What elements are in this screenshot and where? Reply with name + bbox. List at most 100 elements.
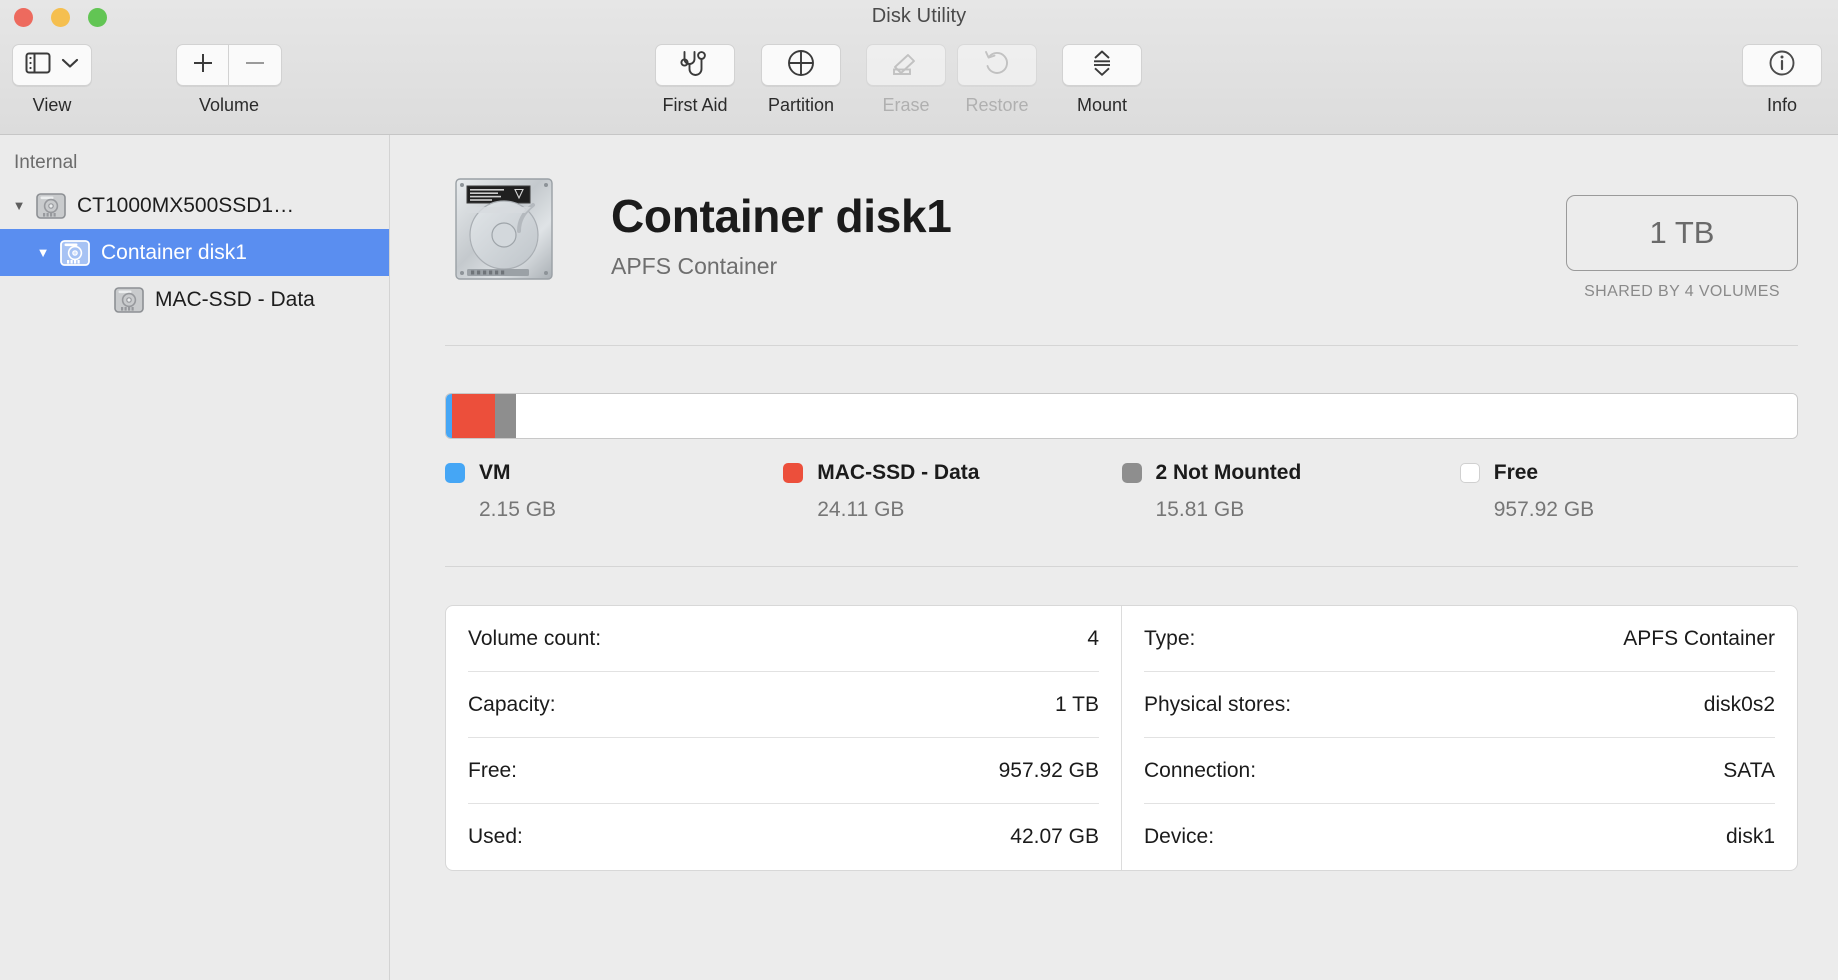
info-row-device: Device: disk1 (1144, 804, 1775, 870)
toolbar-group-first-aid: First Aid (655, 44, 735, 116)
sidebar: Internal ▼ CT1000MX500SSD1… ▼ Container … (0, 135, 390, 980)
restore-label: Restore (965, 95, 1029, 115)
info-column-left: Volume count: 4 Capacity: 1 TB Free: 957… (446, 606, 1122, 870)
volume-info-card: Volume count: 4 Capacity: 1 TB Free: 957… (445, 605, 1798, 871)
info-row-capacity: Capacity: 1 TB (468, 672, 1099, 738)
info-value: SATA (1723, 758, 1775, 782)
sidebar-item-label: Container disk1 (101, 240, 247, 264)
detail-pane: Container disk1 APFS Container 1 TB SHAR… (390, 135, 1838, 980)
info-value: disk1 (1725, 825, 1775, 848)
sidebar-item-ct1000mx500ssd1[interactable]: ▼ CT1000MX500SSD1… (0, 182, 389, 229)
legend-size: 15.81 GB (1155, 498, 1245, 521)
hard-drive-icon (445, 173, 563, 285)
disk-icon (34, 191, 68, 221)
sidebar-icon (25, 52, 51, 79)
undo-arrow-icon (983, 49, 1011, 82)
legend-size: 957.92 GB (1493, 498, 1595, 521)
legend-item-not-mounted: 2 Not Mounted 15.81 GB (1121, 461, 1460, 522)
partition-label: Partition (767, 95, 835, 115)
sidebar-section-internal: Internal (14, 152, 78, 173)
volume-segmented-control (176, 44, 282, 86)
add-volume-button[interactable] (176, 44, 229, 86)
info-value: APFS Container (1623, 626, 1775, 650)
erase-label: Erase (882, 95, 930, 115)
info-label: Volume count: (468, 626, 602, 650)
usage-bar (445, 393, 1798, 439)
capacity-block: 1 TB SHARED BY 4 VOLUMES (1566, 173, 1798, 301)
toolbar-group-view: View (12, 44, 92, 116)
sidebar-item-label: CT1000MX500SSD1… (77, 193, 295, 217)
restore-button[interactable] (957, 44, 1037, 86)
legend-label: MAC-SSD - Data (817, 461, 980, 484)
sidebar-item-label: MAC-SSD - Data (155, 287, 315, 311)
legend-item-vm: VM 2.15 GB (445, 461, 783, 522)
legend-label: VM (479, 461, 511, 484)
mount-label: Mount (1076, 95, 1128, 115)
stethoscope-icon (680, 50, 710, 81)
info-circle-icon (1768, 49, 1796, 82)
info-value: 42.07 GB (1010, 825, 1099, 848)
window-title: Disk Utility (871, 5, 967, 27)
legend-size: 2.15 GB (479, 498, 557, 521)
usage-legend: VM 2.15 GB MAC-SSD - Data 24.11 GB 2 Not… (445, 461, 1798, 522)
disk-icon (58, 238, 92, 268)
main-split-view: Internal ▼ CT1000MX500SSD1… ▼ Container … (0, 135, 1838, 980)
info-row-connection: Connection: SATA (1144, 738, 1775, 804)
legend-swatch-icon (1459, 463, 1480, 483)
info-button[interactable] (1742, 44, 1822, 86)
usage-segment-mac-ssd-data[interactable] (451, 394, 495, 438)
info-label: Capacity: (468, 692, 556, 716)
info-label: Used: (468, 825, 523, 848)
toolbar-group-mount: Mount (1062, 44, 1142, 116)
info-label: Type: (1144, 626, 1196, 650)
info-row-used: Used: 42.07 GB (468, 804, 1099, 870)
toolbar-group-volume: Volume (176, 44, 282, 116)
pie-chart-icon (787, 49, 815, 82)
legend-swatch-icon (445, 463, 465, 483)
chevron-down-icon (61, 56, 79, 74)
volume-type-subtitle: APFS Container (611, 253, 778, 279)
minus-icon (243, 51, 267, 80)
capacity-value: 1 TB (1566, 195, 1798, 271)
mount-button[interactable] (1062, 44, 1142, 86)
page-title: Container disk1 (611, 190, 952, 242)
toolbar-group-erase: Erase (866, 44, 946, 116)
divider-top (445, 345, 1798, 346)
toolbar-group-info: Info (1742, 44, 1822, 116)
info-value: disk0s2 (1703, 692, 1775, 716)
sidebar-item-container-disk1[interactable]: ▼ Container disk1 (0, 229, 389, 276)
legend-swatch-icon (783, 463, 804, 483)
info-column-right: Type: APFS Container Physical stores: di… (1122, 606, 1797, 870)
erase-button[interactable] (866, 44, 946, 86)
volume-heading-block: Container disk1 APFS Container (611, 173, 952, 280)
volume-label: Volume (198, 95, 260, 115)
info-label: Connection: (1144, 758, 1257, 782)
partition-button[interactable] (761, 44, 841, 86)
info-label: Free: (468, 758, 518, 782)
legend-label: Free (1493, 461, 1539, 484)
info-row-physical-stores: Physical stores: disk0s2 (1144, 672, 1775, 738)
sidebar-item-mac-ssd-data[interactable]: ▼ MAC-SSD - Data (0, 276, 389, 323)
eject-mount-icon (1089, 49, 1115, 82)
divider-bottom (445, 566, 1798, 567)
info-label: Physical stores: (1144, 692, 1292, 716)
disk-icon (112, 285, 146, 315)
legend-swatch-icon (1121, 463, 1142, 483)
usage-segment-not-mounted[interactable] (494, 394, 516, 438)
info-row-volume-count: Volume count: 4 (468, 606, 1099, 672)
legend-size: 24.11 GB (817, 498, 905, 521)
view-options-button[interactable] (12, 44, 92, 86)
info-row-free: Free: 957.92 GB (468, 738, 1099, 804)
eraser-icon (891, 50, 921, 81)
remove-volume-button[interactable] (229, 44, 282, 86)
window-toolbar: Disk Utility View Volume First Aid Parti… (0, 0, 1838, 135)
first-aid-button[interactable] (655, 44, 735, 86)
info-value: 1 TB (1055, 692, 1099, 716)
first-aid-label: First Aid (662, 95, 728, 115)
info-value: 957.92 GB (998, 758, 1099, 782)
legend-item-mac-ssd-data: MAC-SSD - Data 24.11 GB (783, 461, 1121, 522)
volume-hero: Container disk1 APFS Container 1 TB SHAR… (445, 173, 1798, 301)
info-value: 4 (1087, 626, 1099, 650)
info-row-type: Type: APFS Container (1144, 606, 1775, 672)
info-label: Device: (1144, 825, 1215, 848)
